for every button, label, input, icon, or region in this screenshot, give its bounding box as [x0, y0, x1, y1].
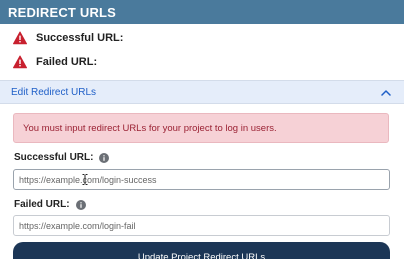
- validation-alert: You must input redirect URLs for your pr…: [13, 113, 389, 143]
- warning-icon: [13, 55, 27, 69]
- text-cursor-icon: [82, 174, 88, 185]
- failed-url-input[interactable]: [13, 215, 390, 236]
- status-failed-url: Failed URL:: [13, 54, 97, 70]
- successful-url-label: Successful URL:: [14, 152, 94, 163]
- failed-url-field-label: Failed URL:: [14, 199, 86, 210]
- successful-url-field-label: Successful URL:: [14, 152, 110, 163]
- status-successful-url: Successful URL:: [13, 30, 123, 46]
- successful-url-input[interactable]: [13, 169, 390, 190]
- alert-message: You must input redirect URLs for your pr…: [23, 123, 277, 134]
- status-successful-label: Successful URL:: [36, 32, 124, 44]
- chevron-up-icon[interactable]: [380, 87, 392, 99]
- info-icon[interactable]: [75, 199, 86, 210]
- info-icon[interactable]: [99, 152, 110, 163]
- update-redirect-urls-button[interactable]: Update Project Redirect URLs: [13, 242, 390, 259]
- edit-redirect-urls-toggle[interactable]: Edit Redirect URLs: [0, 80, 404, 104]
- redirect-urls-panel: REDIRECT URLS Successful URL: Failed URL…: [0, 0, 404, 259]
- status-failed-label: Failed URL:: [36, 56, 98, 68]
- panel-header: REDIRECT URLS: [0, 0, 404, 24]
- failed-url-label: Failed URL:: [14, 199, 70, 210]
- warning-icon: [13, 31, 27, 45]
- edit-section-title: Edit Redirect URLs: [11, 87, 97, 98]
